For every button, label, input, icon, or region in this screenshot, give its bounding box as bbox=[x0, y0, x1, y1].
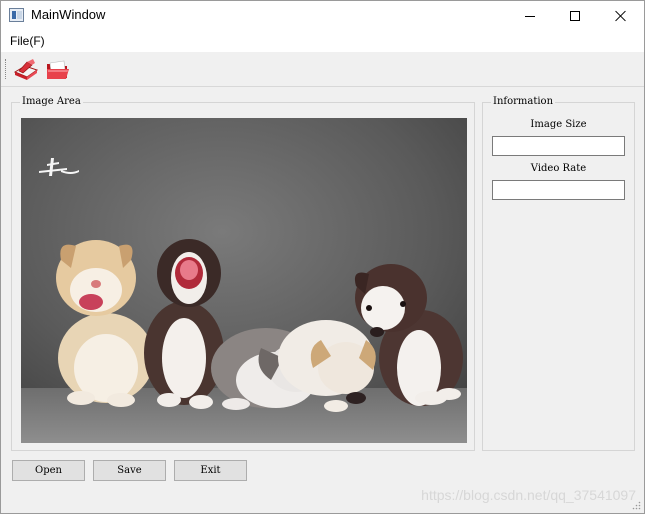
open-button[interactable]: Open bbox=[12, 460, 85, 481]
size-grip-icon[interactable] bbox=[631, 500, 641, 510]
image-area-title: Image Area bbox=[20, 95, 83, 109]
exit-button[interactable]: Exit bbox=[174, 460, 247, 481]
image-size-field[interactable] bbox=[492, 136, 625, 156]
toolbar-save-button[interactable] bbox=[13, 58, 39, 82]
close-icon bbox=[615, 10, 627, 22]
video-rate-field[interactable] bbox=[492, 180, 625, 200]
menu-file[interactable]: File(F) bbox=[10, 34, 45, 48]
main-window: MainWindow File(F) Image Area Informatio… bbox=[0, 0, 645, 514]
video-rate-label: Video Rate bbox=[530, 163, 587, 174]
menu-bar: File(F) bbox=[1, 31, 644, 52]
watermark-text: https://blog.csdn.net/qq_37541097 bbox=[421, 487, 636, 503]
toolbar bbox=[1, 52, 644, 87]
photo-image bbox=[21, 118, 467, 443]
maximize-icon bbox=[570, 11, 580, 21]
toolbar-grip[interactable] bbox=[5, 59, 8, 79]
image-size-label: Image Size bbox=[530, 119, 587, 130]
title-bar[interactable]: MainWindow bbox=[1, 1, 644, 31]
information-title: Information bbox=[491, 95, 556, 109]
maximize-button[interactable] bbox=[552, 1, 598, 31]
toolbar-open-button[interactable] bbox=[45, 58, 71, 82]
minimize-button[interactable] bbox=[507, 1, 553, 31]
save-icon bbox=[13, 59, 39, 80]
open-folder-icon bbox=[47, 60, 69, 79]
image-area-group: Image Area bbox=[11, 95, 475, 451]
app-window-icon bbox=[9, 8, 24, 22]
puppies-photo bbox=[21, 118, 467, 443]
save-button[interactable]: Save bbox=[93, 460, 166, 481]
minimize-icon bbox=[525, 15, 535, 17]
information-group: Information Image Size Video Rate bbox=[482, 95, 635, 451]
window-title: MainWindow bbox=[31, 7, 106, 22]
close-button[interactable] bbox=[598, 1, 644, 31]
